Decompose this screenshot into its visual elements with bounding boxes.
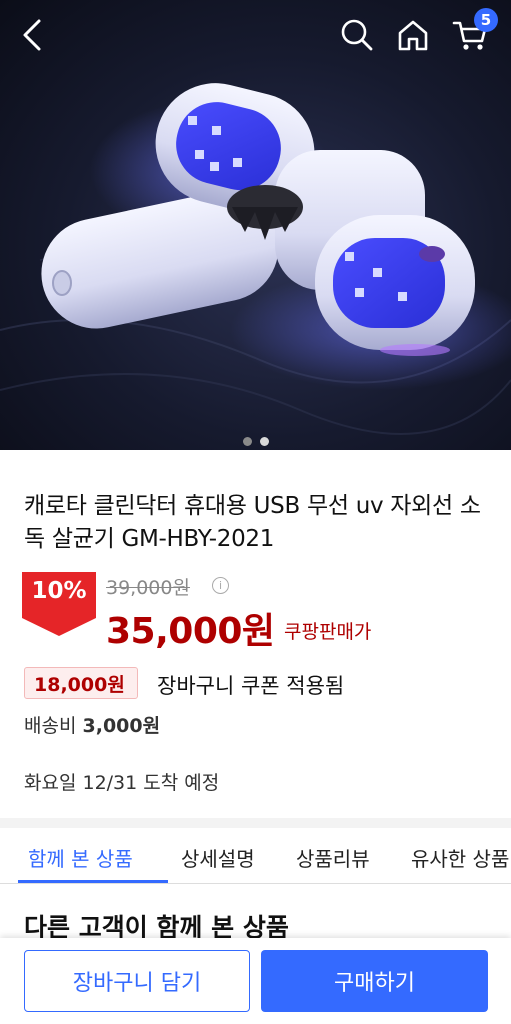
coupon-applied-text: 장바구니 쿠폰 적용됨 (157, 674, 345, 698)
tab-details[interactable]: 상세설명 (181, 843, 255, 872)
coupon-notch (143, 675, 149, 691)
gallery-pagination (0, 437, 511, 446)
original-price: 39,000원 (106, 577, 190, 599)
tab-viewed-together[interactable]: 함께 본 상품 (28, 843, 133, 872)
back-arrow-icon (23, 19, 41, 51)
tab-similar[interactable]: 유사한 상품 (411, 843, 509, 872)
detail-tabs: 함께 본 상품 상세설명 상품리뷰 유사한 상품 (0, 828, 511, 884)
add-to-cart-button[interactable]: 장바구니 담기 (24, 950, 250, 1012)
search-icon (341, 19, 373, 51)
shipping-fee: 배송비 3,000원 (24, 711, 160, 738)
tab-reviews[interactable]: 상품리뷰 (296, 843, 370, 872)
sale-price: 35,000원 (106, 611, 275, 652)
coupon-price-tag: 18,000원 (24, 667, 138, 699)
section-divider (0, 818, 511, 828)
gallery-dot-active[interactable] (259, 437, 269, 446)
buy-now-button[interactable]: 구매하기 (261, 950, 488, 1012)
back-button[interactable] (10, 13, 54, 57)
home-icon (398, 20, 428, 51)
gallery-dot[interactable] (242, 437, 252, 446)
cart-count-badge: 5 (474, 8, 498, 32)
sale-price-label: 쿠팡판매가 (284, 621, 372, 643)
product-title: 캐로타 클린닥터 휴대용 USB 무선 uv 자외선 소독 살균기 GM-HBY… (24, 493, 481, 552)
search-button[interactable] (335, 13, 379, 57)
delivery-estimate: 화요일 12/31 도착 예정 (24, 772, 220, 794)
active-tab-indicator (18, 880, 168, 883)
top-bar: 5 (0, 0, 511, 70)
shipping-fee-value: 3,000원 (82, 715, 161, 737)
info-icon[interactable]: i (212, 577, 229, 594)
discount-rate: 10% (31, 578, 87, 604)
home-button[interactable] (391, 13, 435, 57)
shipping-label: 배송비 (24, 715, 77, 737)
